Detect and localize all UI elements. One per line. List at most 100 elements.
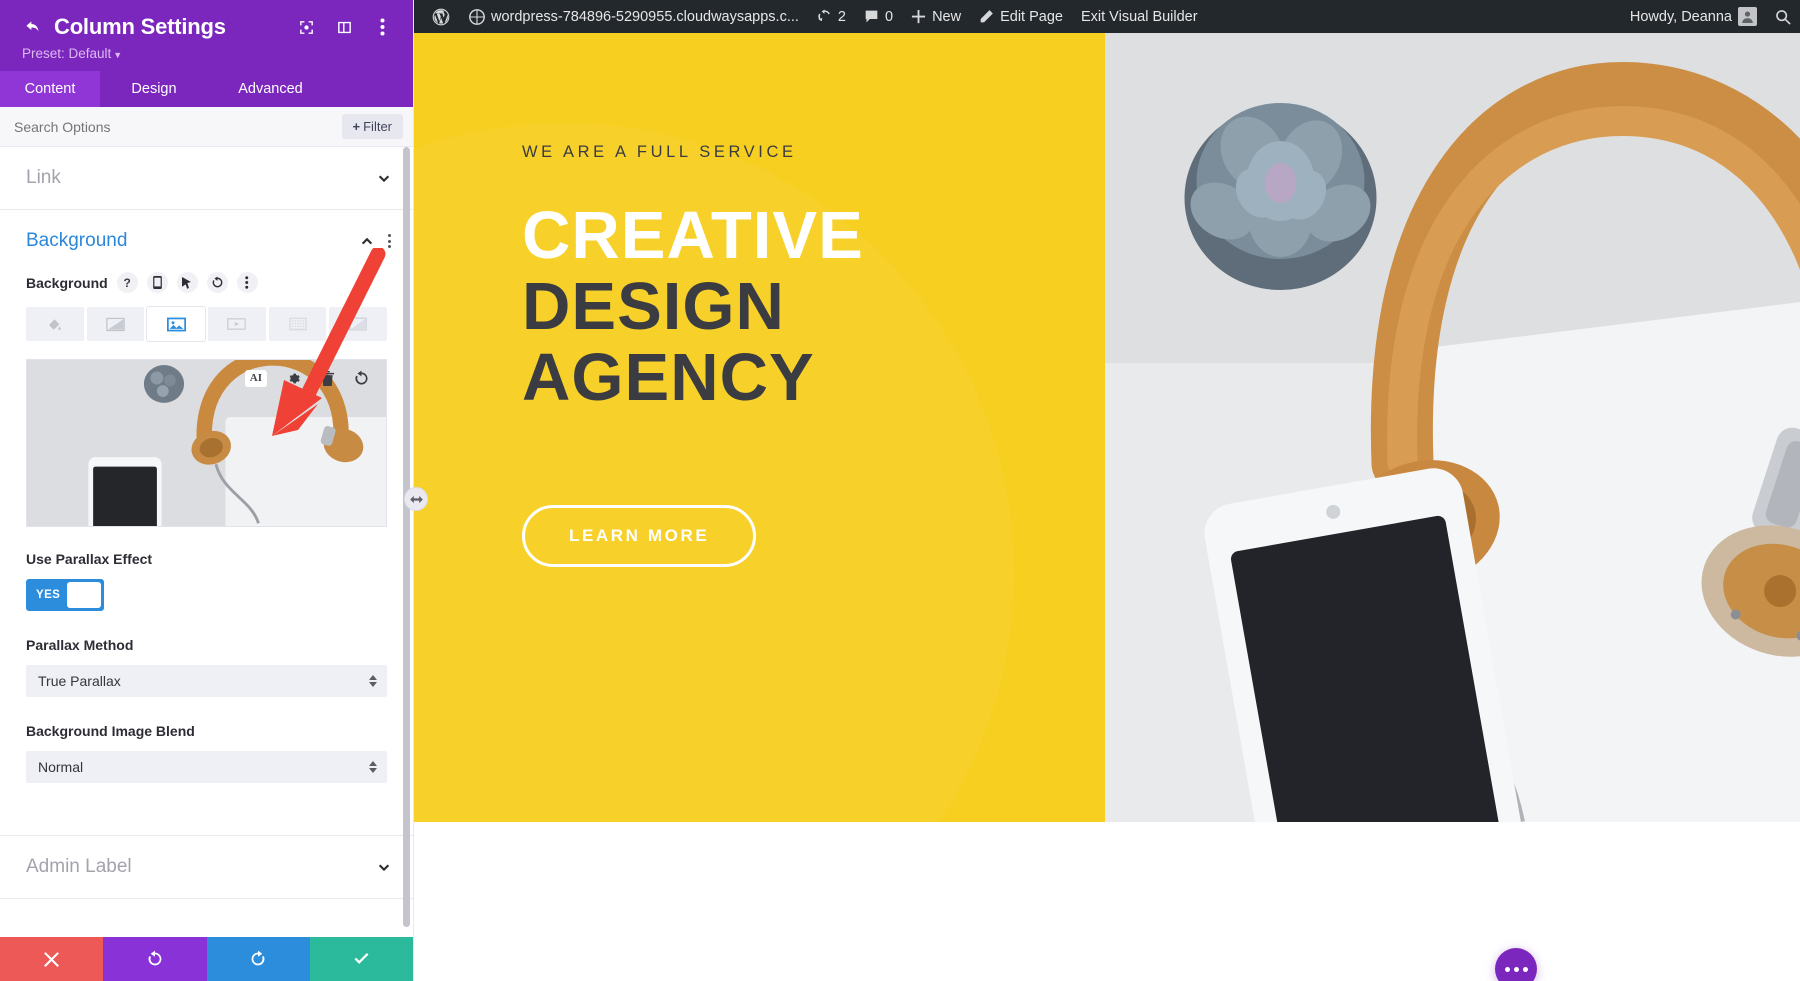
layout-columns-icon[interactable] xyxy=(333,16,355,38)
hover-cursor-icon[interactable] xyxy=(176,272,198,293)
section-link: Link xyxy=(0,147,413,210)
background-color-icon[interactable] xyxy=(26,307,84,341)
wordpress-logo-icon[interactable] xyxy=(422,0,460,33)
delete-trash-icon[interactable] xyxy=(320,370,335,387)
edit-page-button[interactable]: Edit Page xyxy=(970,0,1072,33)
parallax-method-value: True Parallax xyxy=(38,673,121,689)
settings-scroll-container: Link Background Background ? AI Use Para… xyxy=(0,147,413,937)
background-gradient-icon[interactable] xyxy=(86,307,145,341)
image-blend-select[interactable]: Normal xyxy=(26,751,387,783)
help-icon[interactable]: ? xyxy=(116,272,138,293)
section-background-body: Background ? AI Use Parallax Effect YES … xyxy=(0,272,413,835)
toggle-knob xyxy=(67,582,101,608)
background-field-label: Background xyxy=(26,274,108,291)
reset-undo-icon[interactable] xyxy=(206,272,228,293)
preset-label: Preset: Default xyxy=(22,46,112,61)
new-content-label: New xyxy=(932,8,962,25)
tab-design[interactable]: Design xyxy=(100,71,208,107)
site-name-menu[interactable]: wordpress-784896-5290955.cloudwaysapps.c… xyxy=(460,0,808,33)
divi-visual-builder-screen: Column Settings Preset: Default ▼ Content xyxy=(0,0,1800,981)
hero-text-column[interactable]: WE ARE A FULL SERVICE CREATIVE DESIGN AG… xyxy=(414,33,1105,822)
scrollbar-thumb[interactable] xyxy=(403,147,410,927)
updates-menu[interactable]: 2 xyxy=(808,0,855,33)
hero-title: CREATIVE DESIGN AGENCY xyxy=(522,200,1105,413)
hero-image-column[interactable] xyxy=(1105,33,1800,822)
image-hover-toolbar: AI xyxy=(244,370,370,387)
parallax-method-label: Parallax Method xyxy=(26,637,134,653)
howdy-user-menu[interactable]: Howdy, Deanna xyxy=(1621,0,1766,33)
ai-generate-button[interactable]: AI xyxy=(244,370,267,387)
filter-button[interactable]: + Filter xyxy=(341,114,403,139)
parallax-toggle[interactable]: YES xyxy=(26,579,104,611)
background-type-tabs xyxy=(26,307,388,341)
kebab-menu-icon[interactable] xyxy=(236,272,258,293)
section-link-title: Link xyxy=(26,167,61,188)
image-blend-value: Normal xyxy=(38,759,84,775)
comments-count: 0 xyxy=(885,8,894,25)
section-admin-label: Admin Label xyxy=(0,836,413,899)
image-blend-label: Background Image Blend xyxy=(26,723,195,739)
section-kebab-menu-icon[interactable] xyxy=(388,234,391,248)
search-options-row: +Filter xyxy=(0,107,413,147)
background-image-icon[interactable] xyxy=(147,307,206,341)
responsive-phone-icon[interactable] xyxy=(146,272,168,293)
background-mask-icon[interactable] xyxy=(329,307,388,341)
select-arrows-icon xyxy=(369,675,377,687)
user-avatar-icon xyxy=(1738,7,1757,26)
parallax-toggle-value: YES xyxy=(36,589,61,601)
learn-more-button[interactable]: LEARN MORE xyxy=(522,505,757,568)
focus-target-icon[interactable] xyxy=(295,16,317,38)
page-preview-area: wordpress-784896-5290955.cloudwaysapps.c… xyxy=(414,0,1800,981)
section-admin-label-header[interactable]: Admin Label xyxy=(0,836,413,898)
settings-panel-header: Column Settings Preset: Default ▼ xyxy=(0,0,413,71)
tab-advanced[interactable]: Advanced xyxy=(208,71,333,107)
parallax-label: Use Parallax Effect xyxy=(26,551,153,567)
redo-button[interactable] xyxy=(206,937,310,981)
panel-scrollbar[interactable] xyxy=(403,147,410,937)
reset-undo-icon[interactable] xyxy=(353,370,370,387)
save-button[interactable] xyxy=(309,937,413,981)
dot xyxy=(1504,966,1510,972)
chevron-down-icon xyxy=(377,171,391,185)
hero-title-line-2: DESIGN xyxy=(522,269,785,345)
select-arrows-icon xyxy=(369,761,377,773)
background-pattern-icon[interactable] xyxy=(268,307,327,341)
parallax-method-select[interactable]: True Parallax xyxy=(26,665,387,697)
howdy-label: Howdy, Deanna xyxy=(1629,8,1732,25)
settings-gear-icon[interactable] xyxy=(285,370,302,387)
edit-page-label: Edit Page xyxy=(1000,8,1063,25)
kebab-menu-icon[interactable] xyxy=(371,16,393,38)
hero-photo xyxy=(1105,33,1800,822)
background-field-label-row: Background ? xyxy=(26,272,387,293)
updates-count: 2 xyxy=(837,8,846,25)
exit-visual-builder-button[interactable]: Exit Visual Builder xyxy=(1072,0,1207,33)
section-background-title: Background xyxy=(26,230,128,251)
background-video-icon[interactable] xyxy=(208,307,266,341)
new-content-menu[interactable]: New xyxy=(902,0,970,33)
search-input[interactable] xyxy=(14,118,342,135)
tab-content[interactable]: Content xyxy=(0,71,100,107)
column-settings-panel: Column Settings Preset: Default ▼ Content xyxy=(0,0,414,981)
background-image-preview[interactable]: AI xyxy=(26,359,387,527)
undo-button[interactable] xyxy=(103,937,207,981)
section-background: Background Background ? AI Use Parallax … xyxy=(0,210,413,836)
back-arrow-icon[interactable] xyxy=(20,14,46,40)
site-name-label: wordpress-784896-5290955.cloudwaysapps.c… xyxy=(491,8,799,25)
dot xyxy=(1522,966,1528,972)
cancel-button[interactable] xyxy=(0,937,104,981)
builder-stage: WE ARE A FULL SERVICE CREATIVE DESIGN AG… xyxy=(414,33,1800,981)
more-options-fab[interactable] xyxy=(1495,948,1537,981)
preset-selector[interactable]: Preset: Default ▼ xyxy=(22,46,393,61)
section-background-header[interactable]: Background xyxy=(0,210,413,272)
chevron-down-icon: ▼ xyxy=(113,50,123,60)
section-admin-label-title: Admin Label xyxy=(26,856,132,877)
section-link-header[interactable]: Link xyxy=(0,147,413,209)
comments-menu[interactable]: 0 xyxy=(855,0,902,33)
plus-icon: + xyxy=(352,119,361,134)
hero-title-line-1: CREATIVE xyxy=(522,198,864,273)
search-icon[interactable] xyxy=(1766,0,1800,33)
chevron-up-icon[interactable] xyxy=(360,234,374,248)
panel-resize-handle[interactable] xyxy=(405,488,427,510)
page-title: Column Settings xyxy=(54,14,226,39)
dot xyxy=(1513,966,1519,972)
